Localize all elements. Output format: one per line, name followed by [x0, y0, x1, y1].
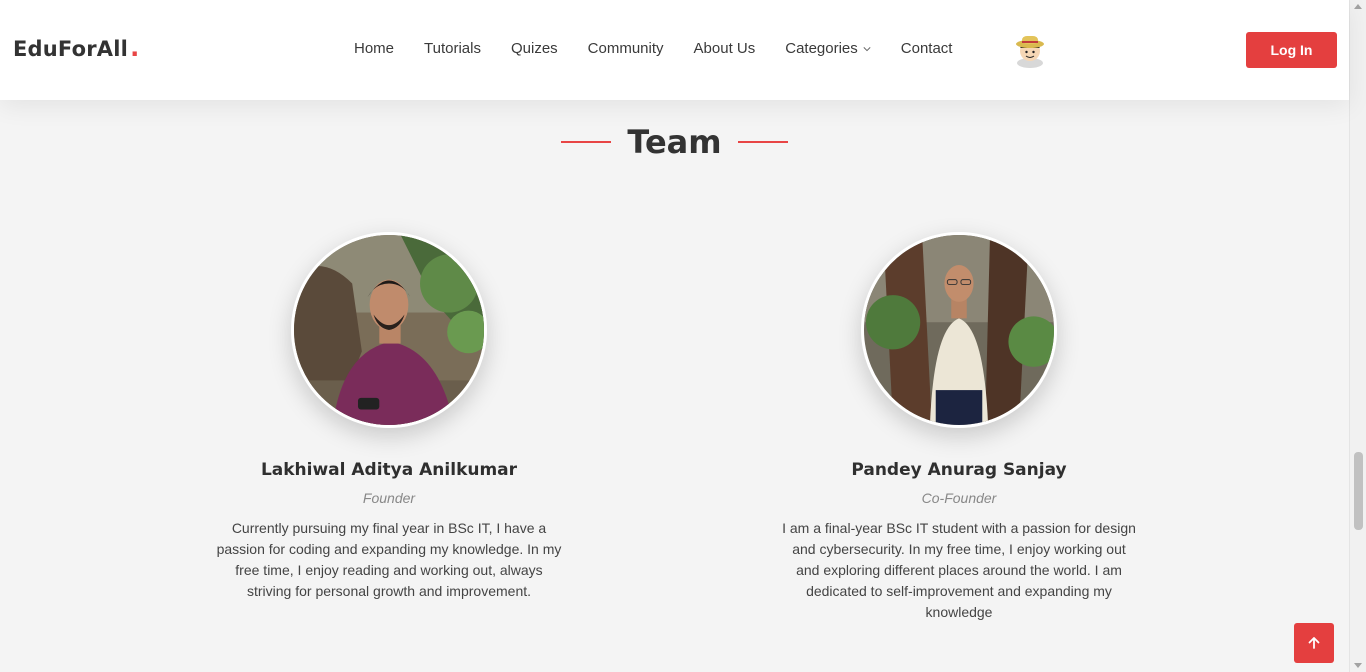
login-button[interactable]: Log In: [1246, 32, 1337, 68]
chevron-down-icon: [863, 46, 871, 51]
member-name: Pandey Anurag Sanjay: [851, 460, 1067, 480]
nav-contact[interactable]: Contact: [901, 40, 953, 57]
page-scrollbar[interactable]: [1349, 0, 1366, 672]
team-member-card: Lakhiwal Aditya Anilkumar Founder Curren…: [209, 232, 569, 602]
logo-dot: .: [130, 34, 140, 62]
team-member-card: Pandey Anurag Sanjay Co-Founder I am a f…: [779, 232, 1139, 623]
nav-home[interactable]: Home: [354, 40, 394, 57]
logo-text[interactable]: EduForAll: [13, 37, 128, 61]
member-name: Lakhiwal Aditya Anilkumar: [260, 460, 518, 480]
title-divider-right: [737, 141, 788, 143]
member-role: Co-Founder: [921, 490, 997, 506]
arrow-up-icon: [1308, 637, 1320, 649]
member-photo: [861, 232, 1057, 428]
section-title: Team: [627, 123, 722, 161]
member-bio: I am a final-year BSc IT student with a …: [782, 520, 1136, 620]
nav-categories-label: Categories: [785, 40, 858, 57]
nav-about-us[interactable]: About Us: [694, 40, 756, 57]
nav-quizes[interactable]: Quizes: [511, 40, 558, 57]
member-photo: [291, 232, 487, 428]
scrollbar-thumb[interactable]: [1354, 452, 1363, 530]
title-divider-left: [561, 141, 612, 143]
scroll-up-arrow[interactable]: [1354, 4, 1362, 9]
member-role: Founder: [362, 490, 416, 506]
scroll-to-top-button[interactable]: [1294, 623, 1334, 663]
team-section-heading: Team: [0, 123, 1349, 161]
nav-tutorials[interactable]: Tutorials: [424, 40, 481, 57]
site-header: EduForAll. Home Tutorials Quizes Communi…: [0, 0, 1349, 100]
nav-categories-dropdown[interactable]: Categories: [785, 40, 871, 57]
member-bio: Currently pursuing my final year in BSc …: [216, 520, 562, 599]
main-nav: Home Tutorials Quizes Community About Us…: [354, 40, 952, 57]
nav-community[interactable]: Community: [588, 40, 664, 57]
site-logo[interactable]: EduForAll.: [13, 34, 139, 62]
avatar-icon[interactable]: [1013, 32, 1047, 68]
scroll-down-arrow[interactable]: [1354, 663, 1362, 668]
